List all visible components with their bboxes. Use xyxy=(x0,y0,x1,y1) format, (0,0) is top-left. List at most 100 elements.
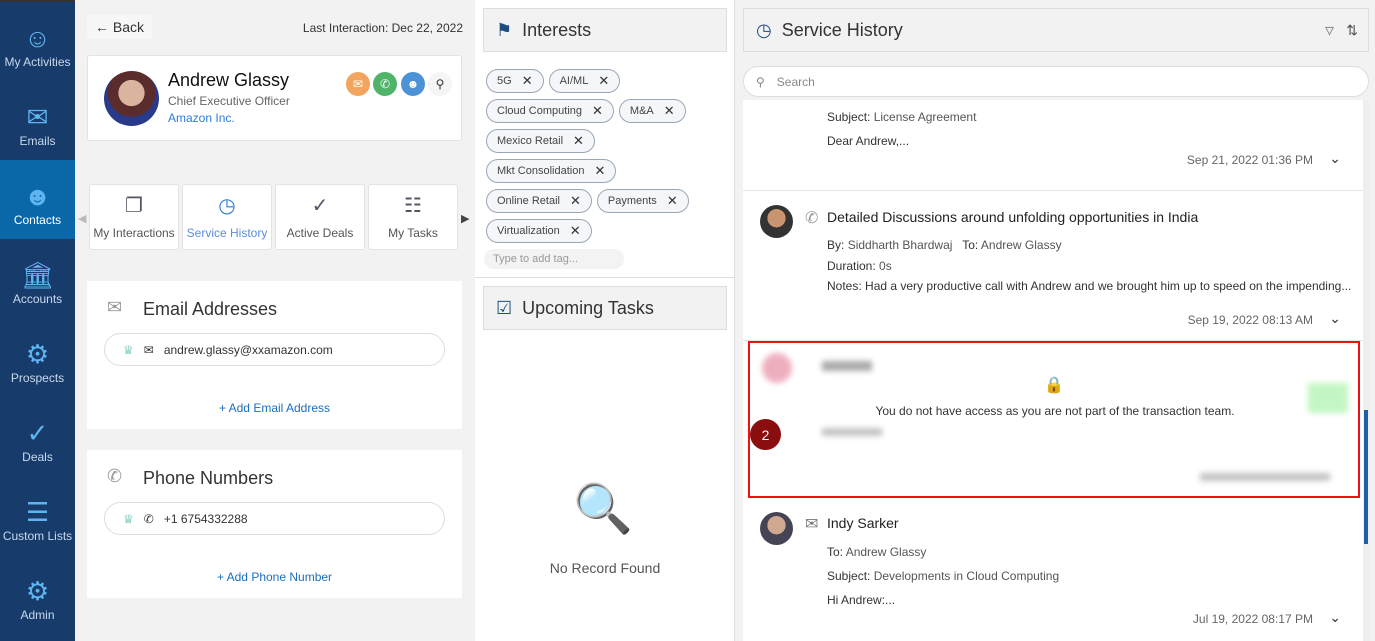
add-email-link[interactable]: + Add Email Address xyxy=(87,401,462,415)
list-item[interactable]: ✉ Indy Sarker To: Andrew Glassy Subject:… xyxy=(743,500,1363,641)
handshake-icon: ✓ xyxy=(311,195,329,217)
phone-section-title: Phone Numbers xyxy=(143,468,274,488)
tag-chip[interactable]: Virtualization ✕ xyxy=(486,219,592,243)
email-icon[interactable]: ✉ xyxy=(346,72,370,96)
close-icon[interactable]: ✕ xyxy=(667,193,678,209)
clock-list-icon: ◷ xyxy=(756,19,772,40)
tab-service-history[interactable]: ◷ Service History xyxy=(182,184,272,250)
contact-tabs: ❐ My Interactions ◷ Service History ✓ Activ… xyxy=(89,184,458,250)
sidebar-item-my-activities[interactable]: ☺ My Activities xyxy=(0,2,75,81)
tag-chip[interactable]: Payments ✕ xyxy=(596,189,689,213)
contact-name: Andrew Glassy xyxy=(168,70,290,90)
phone-icon: ✆ xyxy=(143,511,154,526)
close-icon[interactable]: ✕ xyxy=(592,103,603,119)
envelope-icon: ✉ xyxy=(26,102,49,132)
interests-header: ⚑ Interests xyxy=(483,8,727,52)
list-item[interactable]: Subject: License Agreement Dear Andrew,.… xyxy=(743,100,1363,191)
tag-chip[interactable]: Online Retail ✕ xyxy=(486,189,592,213)
clipboard-icon: ☷ xyxy=(404,195,422,217)
sort-icon[interactable]: ⇅ xyxy=(1346,22,1358,39)
close-icon[interactable]: ✕ xyxy=(570,223,581,239)
filter-icon[interactable]: ▿ xyxy=(1325,20,1334,41)
meeting-icon[interactable]: ☻ xyxy=(401,72,425,96)
close-icon[interactable]: ✕ xyxy=(594,163,605,179)
bank-icon: 🏛 xyxy=(20,260,54,290)
checklist-icon: ☑ xyxy=(496,297,513,318)
restricted-message: You do not have access as you are not pa… xyxy=(875,404,1235,418)
phone-icon: ✆ xyxy=(107,466,123,486)
tab-active-deals[interactable]: ✓ Active Deals xyxy=(275,184,365,250)
avatar xyxy=(760,512,793,545)
sent-email-icon: ✉ xyxy=(805,516,819,533)
envelope-icon: ✉ xyxy=(143,342,154,357)
lock-icon: 🔒 xyxy=(1044,377,1064,394)
sidebar-item-emails[interactable]: ✉ Emails xyxy=(0,81,75,160)
interest-tags: 5G ✕ AI/ML ✕ Cloud Computing ✕ M&A ✕ Mexico … xyxy=(486,69,726,243)
sidebar-item-contacts[interactable]: ☻ Contacts xyxy=(0,160,75,239)
sidebar-item-admin[interactable]: ⚙ Admin xyxy=(0,555,75,634)
sidebar: ☺ My Activities ✉ Emails ☻ Contacts 🏛 Accoun… xyxy=(0,0,75,641)
scrollbar-thumb[interactable] xyxy=(1364,410,1368,544)
email-section: ✉ Email Addresses ♕ ✉ andrew.glassy@xxamaz… xyxy=(87,281,462,429)
sidebar-item-deals[interactable]: ✓ Deals xyxy=(0,397,75,476)
no-record-text: No Record Found xyxy=(549,560,661,576)
chart-icon: ⚙ xyxy=(25,339,50,369)
scrollbar[interactable] xyxy=(1363,100,1369,641)
email-section-title: Email Addresses xyxy=(143,299,278,319)
contact-title: Chief Executive Officer xyxy=(168,94,290,108)
user-icon: ☻ xyxy=(23,181,52,211)
search-icon: ⚲ xyxy=(756,74,765,89)
close-icon[interactable]: ✕ xyxy=(522,73,533,89)
list-item[interactable]: ✆ Detailed Discussions around unfolding … xyxy=(743,191,1363,341)
tag-chip[interactable]: Mkt Consolidation ✕ xyxy=(486,159,617,183)
list-icon: ☰ xyxy=(25,497,50,527)
search-input[interactable]: ⚲ Search xyxy=(743,66,1369,97)
tag-chip[interactable]: Cloud Computing ✕ xyxy=(486,99,614,123)
last-interaction: Last Interaction: Dec 22, 2022 xyxy=(302,21,463,35)
restricted-item: 🔒 You do not have access as you are not … xyxy=(748,341,1360,498)
close-icon[interactable]: ✕ xyxy=(664,103,675,119)
avatar xyxy=(104,71,159,126)
crown-icon: ♕ xyxy=(123,342,134,357)
tag-chip[interactable]: 5G ✕ xyxy=(486,69,544,93)
service-history-panel: ◷ Service History ▿ ⇅ ⚲ Search Subject: Li… xyxy=(735,0,1375,641)
chevron-down-icon[interactable]: ⌄ xyxy=(1329,609,1341,626)
tag-chip[interactable]: M&A ✕ xyxy=(618,99,686,123)
sidebar-item-custom-lists[interactable]: ☰ Custom Lists xyxy=(0,476,75,555)
company-link[interactable]: Amazon Inc. xyxy=(168,111,235,125)
tag-input[interactable]: Type to add tag... xyxy=(484,249,624,269)
close-icon[interactable]: ✕ xyxy=(598,73,609,89)
user-gear-icon: ⚙ xyxy=(25,576,50,606)
tag-chip[interactable]: AI/ML ✕ xyxy=(548,69,621,93)
tab-my-tasks[interactable]: ☷ My Tasks xyxy=(368,184,458,250)
chat-stack-icon: ❐ xyxy=(125,195,143,217)
back-button[interactable]: ← Back xyxy=(87,15,153,39)
tabs-prev-arrow[interactable]: ◀ xyxy=(78,212,86,225)
add-phone-link[interactable]: + Add Phone Number xyxy=(87,570,462,584)
chevron-down-icon[interactable]: ⌄ xyxy=(1329,310,1341,327)
tag-chip[interactable]: Mexico Retail ✕ xyxy=(486,129,595,153)
close-icon[interactable]: ✕ xyxy=(570,193,581,209)
tasks-header: ☑ Upcoming Tasks xyxy=(483,286,727,330)
user-check-icon: ☺ xyxy=(24,23,51,53)
search-icon[interactable]: ⚲ xyxy=(428,72,452,96)
handshake-icon: ✓ xyxy=(26,418,49,448)
phone-entry[interactable]: ♕ ✆ +1 6754332288 xyxy=(104,502,445,535)
crown-icon: ♕ xyxy=(123,511,134,526)
phone-icon: ✆ xyxy=(805,210,819,227)
sidebar-item-prospects[interactable]: ⚙ Prospects xyxy=(0,318,75,397)
interests-tasks-panel: ⚑ Interests 5G ✕ AI/ML ✕ Cloud Computing ✕ M… xyxy=(475,0,735,641)
chevron-down-icon[interactable]: ⌄ xyxy=(1329,150,1341,167)
sidebar-item-accounts[interactable]: 🏛 Accounts xyxy=(0,239,75,318)
envelope-icon: ✉ xyxy=(107,297,123,317)
tag-icon: ⚑ xyxy=(496,19,513,40)
phone-section: ✆ Phone Numbers ♕ ✆ +1 6754332288 + Add Ph… xyxy=(87,450,462,598)
service-history-header: ◷ Service History ▿ ⇅ xyxy=(743,8,1369,52)
phone-icon[interactable]: ✆ xyxy=(373,72,397,96)
email-entry[interactable]: ♕ ✉ andrew.glassy@xxamazon.com xyxy=(104,333,445,366)
contact-panel: ← Back Last Interaction: Dec 22, 2022 An… xyxy=(75,0,475,641)
tab-my-interactions[interactable]: ❐ My Interactions xyxy=(89,184,179,250)
tabs-next-arrow[interactable]: ▶ xyxy=(461,212,469,225)
contact-card: Andrew Glassy Chief Executive Officer Am… xyxy=(87,55,462,141)
close-icon[interactable]: ✕ xyxy=(573,133,584,149)
